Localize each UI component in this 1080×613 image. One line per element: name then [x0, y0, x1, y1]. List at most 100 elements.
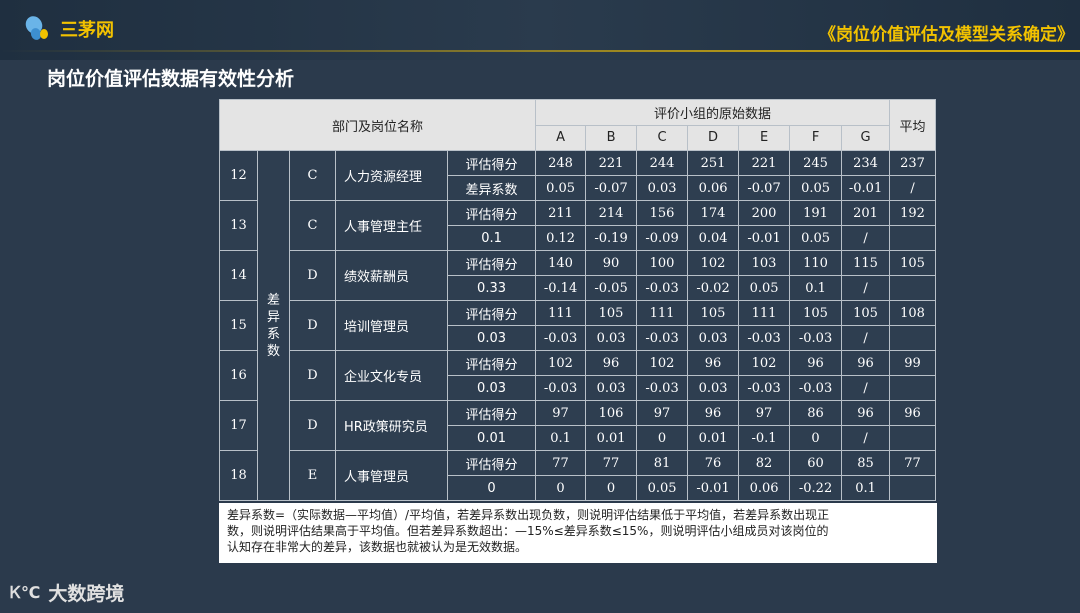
score-cell: 105 — [585, 300, 638, 326]
col-header: E — [738, 124, 791, 151]
avg-cell: 77 — [889, 450, 937, 476]
score-cell: 191 — [789, 200, 843, 226]
coefficient-cell: 0 — [585, 475, 638, 501]
coefficient-cell: 0.05 — [636, 475, 689, 501]
note-box: 差异系数=（实际数据—平均值）/平均值，若差异系数出现负数，则说明评估结果低于平… — [219, 503, 937, 563]
score-cell: 221 — [585, 150, 638, 176]
score-cell: 174 — [687, 200, 740, 226]
coefficient-cell: -0.09 — [636, 225, 689, 251]
score-cell: 90 — [585, 250, 638, 276]
score-cell: 96 — [687, 400, 740, 426]
grade-cell: D — [289, 350, 336, 401]
row-number: 13 — [219, 200, 258, 251]
brand-name: 三茅网 — [60, 20, 114, 41]
table-row: 14 D 绩效薪酬员 评估得分 140 90 100 102 103 110 115 105 — [219, 250, 937, 301]
row-number: 17 — [219, 400, 258, 451]
grade-cell: C — [289, 200, 336, 251]
coefficient-cell: 0.01 — [687, 425, 740, 451]
coefficient-cell: -0.01 — [687, 475, 740, 501]
score-cell: 251 — [687, 150, 740, 176]
row-label: 评估得分 — [446, 350, 537, 376]
avg-cell: 96 — [889, 400, 937, 426]
avg-header: 平均 — [889, 99, 937, 151]
row-label: 0.33 — [446, 275, 537, 301]
score-cell: 86 — [789, 400, 843, 426]
score-cell: 244 — [636, 150, 689, 176]
row-number: 18 — [219, 450, 258, 501]
col-header: C — [636, 124, 689, 151]
score-cell: 77 — [585, 450, 638, 476]
coefficient-cell: 0.03 — [687, 325, 740, 351]
header-divider — [0, 50, 1080, 52]
dept-header: 部门及岗位名称 — [218, 99, 537, 151]
coefficient-cell: 0.05 — [789, 175, 843, 201]
position-name: 人力资源经理 — [335, 150, 448, 201]
score-cell: 97 — [636, 400, 689, 426]
col-header: F — [789, 124, 843, 151]
score-cell: 103 — [738, 250, 791, 276]
row-number: 14 — [219, 250, 258, 301]
coefficient-cell: / — [841, 325, 891, 351]
coefficient-cell: -0.01 — [841, 175, 891, 201]
position-name: 绩效薪酬员 — [335, 250, 448, 301]
row-label: 0.1 — [446, 225, 537, 251]
position-name: 人事管理主任 — [335, 200, 448, 251]
table-row: 12 差异系数 C 人力资源经理 评估得分 248 221 244 251 221 245 234 23… — [219, 150, 937, 501]
butterfly-icon — [25, 16, 48, 40]
table-row: 16 D 企业文化专员 评估得分 102 96 102 96 102 96 96 99 — [219, 350, 937, 401]
score-cell: 82 — [738, 450, 791, 476]
group-header: 评价小组的原始数据 — [535, 99, 891, 126]
avg-cell: 192 — [889, 200, 937, 226]
footer-logo: Ꮶ℃ 大数跨境 — [10, 579, 124, 606]
coefficient-cell: -0.22 — [789, 475, 843, 501]
score-cell: 77 — [535, 450, 587, 476]
score-cell: 105 — [789, 300, 843, 326]
coefficient-cell: -0.03 — [738, 325, 791, 351]
grade-cell: D — [289, 300, 336, 351]
row-label: 0.01 — [446, 425, 537, 451]
score-cell: 100 — [636, 250, 689, 276]
avg-cell: 99 — [889, 350, 937, 376]
position-name: 企业文化专员 — [335, 350, 448, 401]
row-number: 12 — [219, 150, 258, 201]
score-cell: 214 — [585, 200, 638, 226]
avg-cell — [889, 275, 937, 301]
coefficient-cell: 0.1 — [789, 275, 843, 301]
score-cell: 96 — [687, 350, 740, 376]
avg-cell — [889, 475, 937, 501]
col-header: B — [585, 124, 638, 151]
position-name: 培训管理员 — [335, 300, 448, 351]
coefficient-cell: 0 — [789, 425, 843, 451]
coefficient-cell: 0 — [636, 425, 689, 451]
score-cell: 201 — [841, 200, 891, 226]
table-row: 18 E 人事管理员 评估得分 77 77 81 76 82 60 85 77 — [219, 450, 937, 501]
score-cell: 96 — [841, 400, 891, 426]
score-cell: 96 — [841, 350, 891, 376]
row-label: 差异系数 — [446, 175, 537, 201]
coefficient-cell: -0.03 — [738, 375, 791, 401]
coefficient-cell: -0.07 — [585, 175, 638, 201]
footer-brand-mark: Ꮶ℃ — [10, 582, 41, 602]
row-label: 评估得分 — [446, 150, 537, 176]
score-cell: 111 — [738, 300, 791, 326]
avg-cell — [889, 325, 937, 351]
avg-cell: 237 — [889, 150, 937, 176]
avg-cell: 108 — [889, 300, 937, 326]
score-cell: 106 — [585, 400, 638, 426]
score-cell: 248 — [535, 150, 587, 176]
grade-cell: E — [289, 450, 336, 501]
grade-cell: D — [289, 250, 336, 301]
score-cell: 245 — [789, 150, 843, 176]
coefficient-cell: 0.06 — [687, 175, 740, 201]
note-line: 数，则说明评估结果高于平均值。但若差异系数超出：—15%≤差异系数≤15%，则说… — [227, 524, 829, 538]
score-cell: 60 — [789, 450, 843, 476]
coefficient-cell: -0.19 — [585, 225, 638, 251]
table-row: 13 C 人事管理主任 评估得分 211 214 156 174 200 191 201 192 — [219, 200, 937, 251]
table-row: 15 D 培训管理员 评估得分 111 105 111 105 111 105 105 108 — [219, 300, 937, 351]
avg-cell — [889, 375, 937, 401]
score-cell: 105 — [687, 300, 740, 326]
side-label: 差异系数 — [257, 150, 290, 501]
coefficient-cell: -0.14 — [535, 275, 587, 301]
coefficient-cell: -0.03 — [535, 375, 587, 401]
coefficient-cell: -0.03 — [789, 325, 843, 351]
